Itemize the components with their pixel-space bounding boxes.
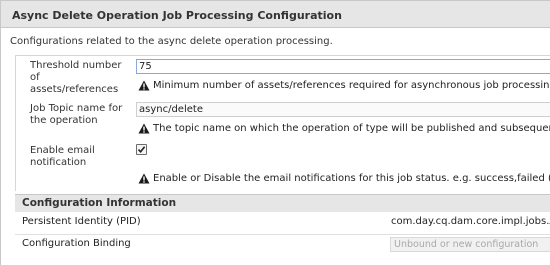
- pid-value: com.day.cq.dam.core.impl.jobs.A: [391, 216, 550, 227]
- job-topic-help: The topic name on which the operation of…: [153, 123, 550, 134]
- threshold-input[interactable]: 75: [136, 59, 550, 74]
- config-description: Configurations related to the async dele…: [10, 36, 333, 47]
- warning-icon: [138, 80, 150, 91]
- email-notification-checkbox[interactable]: [136, 144, 147, 155]
- job-topic-label: Job Topic name for the operation: [30, 103, 123, 126]
- divider: [15, 234, 550, 235]
- config-info-title: Configuration Information: [22, 197, 177, 209]
- warning-icon: [138, 173, 150, 184]
- binding-select[interactable]: Unbound or new configuration: [390, 237, 550, 252]
- threshold-label: Threshold number of assets/references: [30, 60, 122, 95]
- threshold-help: Minimum number of assets/references requ…: [153, 80, 550, 91]
- warning-icon: [138, 123, 150, 134]
- email-notification-label: Enable email notification: [30, 145, 95, 168]
- dialog-title: Async Delete Operation Job Processing Co…: [12, 9, 342, 22]
- pid-label: Persistent Identity (PID): [22, 216, 141, 227]
- job-topic-input[interactable]: async/delete: [136, 102, 550, 117]
- checkmark-icon: [137, 146, 146, 154]
- binding-label: Configuration Binding: [22, 238, 131, 249]
- email-notification-help: Enable or Disable the email notification…: [153, 173, 550, 184]
